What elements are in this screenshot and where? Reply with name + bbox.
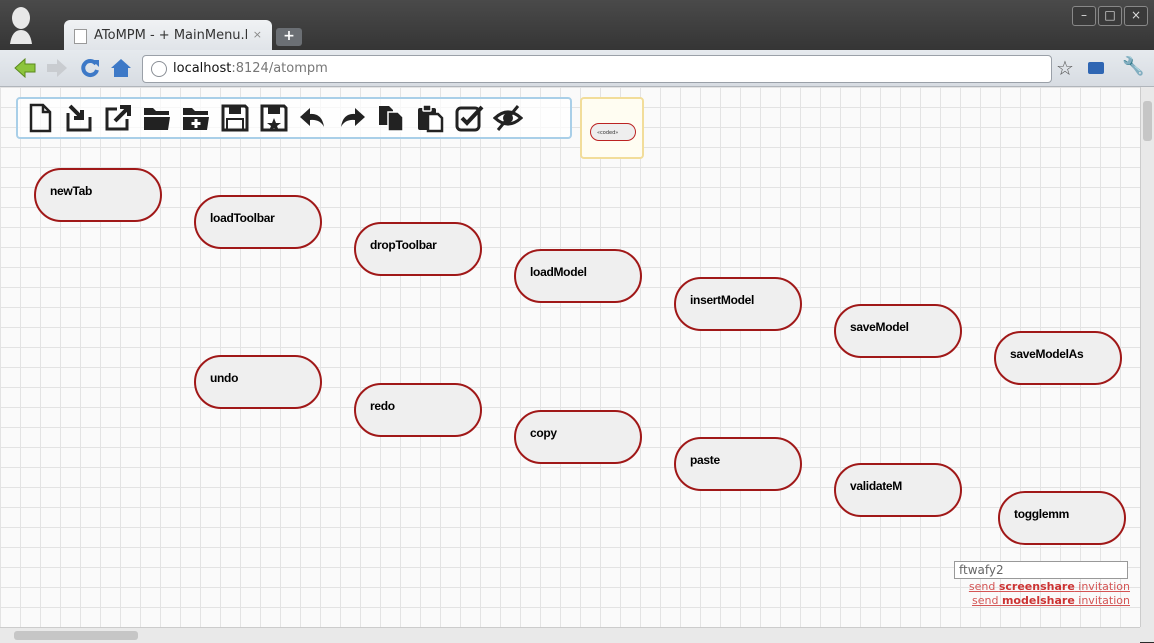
wrench-icon[interactable]: 🔧 [1122, 56, 1144, 77]
save-as-icon[interactable] [258, 102, 290, 134]
browser-title-bar: AToMPM - + MainMenu.l × + – □ × [0, 0, 1154, 52]
open-folder-icon[interactable] [141, 102, 173, 134]
model-canvas[interactable]: «coded» newTab loadToolbar dropToolbar l… [0, 87, 1140, 627]
url-host: localhost [173, 61, 232, 76]
undo-label: undo [210, 371, 239, 385]
togglemm-button[interactable]: togglemm [998, 491, 1126, 545]
coded-toolbar: «coded» [580, 97, 644, 159]
new-file-icon[interactable] [24, 102, 56, 134]
scrollbar-corner [1140, 627, 1154, 642]
loadmodel-label: loadModel [530, 265, 587, 279]
browser-tab[interactable]: AToMPM - + MainMenu.l × [64, 20, 272, 52]
vertical-scroll-thumb[interactable] [1143, 101, 1152, 141]
loadmodel-button[interactable]: loadModel [514, 249, 642, 303]
page-icon [74, 29, 87, 44]
window-controls: – □ × [1072, 6, 1148, 26]
copy-button[interactable]: copy [514, 410, 642, 464]
url-path: :8124/atompm [231, 61, 328, 76]
redo-button[interactable]: redo [354, 383, 482, 437]
savemodelas-label: saveModelAs [1010, 347, 1084, 361]
screenshare-link[interactable]: send screenshare invitation [954, 580, 1130, 593]
validatem-button[interactable]: validateM [834, 463, 962, 517]
share-code-input[interactable] [954, 561, 1128, 579]
horizontal-scroll-thumb[interactable] [14, 631, 138, 640]
load-toolbar-icon[interactable] [63, 102, 95, 134]
loadtoolbar-button[interactable]: loadToolbar [194, 195, 322, 249]
savemodel-label: saveModel [850, 320, 909, 334]
forward-arrow-icon[interactable] [46, 58, 68, 78]
home-icon[interactable] [110, 58, 132, 78]
droptoolbar-label: dropToolbar [370, 238, 437, 252]
savemodelas-button[interactable]: saveModelAs [994, 331, 1122, 385]
maximize-button[interactable]: □ [1098, 6, 1122, 26]
undo-icon[interactable] [297, 102, 329, 134]
main-menu-toolbar [16, 97, 572, 139]
horizontal-scrollbar[interactable] [0, 627, 1140, 643]
validatem-label: validateM [850, 479, 902, 493]
droptoolbar-button[interactable]: dropToolbar [354, 222, 482, 276]
savemodel-button[interactable]: saveModel [834, 304, 962, 358]
paste-icon[interactable] [414, 102, 446, 134]
tab-title: AToMPM - + MainMenu.l [94, 28, 249, 43]
open-external-icon[interactable] [102, 102, 134, 134]
newtab-button[interactable]: newTab [34, 168, 162, 222]
insertmodel-label: insertModel [690, 293, 755, 307]
folder-add-icon[interactable] [180, 102, 212, 134]
coded-button[interactable]: «coded» [590, 123, 636, 141]
copy-icon[interactable] [375, 102, 407, 134]
redo-icon[interactable] [336, 102, 368, 134]
vertical-scrollbar[interactable] [1140, 87, 1154, 627]
close-window-button[interactable]: × [1124, 6, 1148, 26]
address-bar[interactable]: localhost:8124/atompm [142, 55, 1052, 83]
insertmodel-button[interactable]: insertModel [674, 277, 802, 331]
new-tab-button[interactable]: + [276, 28, 302, 46]
user-avatar-icon[interactable] [8, 6, 34, 44]
copy-label: copy [530, 426, 557, 440]
toggle-visibility-icon[interactable] [492, 102, 524, 134]
undo-button[interactable]: undo [194, 355, 322, 409]
save-icon[interactable] [219, 102, 251, 134]
mail-icon[interactable] [1088, 62, 1104, 74]
paste-button[interactable]: paste [674, 437, 802, 491]
share-panel: send screenshare invitation send modelsh… [954, 559, 1130, 607]
reload-icon[interactable] [80, 58, 100, 78]
back-arrow-icon[interactable] [14, 58, 36, 78]
loadtoolbar-label: loadToolbar [210, 211, 275, 225]
tab-close-icon[interactable]: × [253, 28, 262, 41]
validate-icon[interactable] [453, 102, 485, 134]
globe-icon [151, 61, 167, 77]
modelshare-link[interactable]: send modelshare invitation [954, 594, 1130, 607]
bookmark-star-icon[interactable]: ☆ [1056, 56, 1074, 80]
paste-label: paste [690, 453, 720, 467]
redo-label: redo [370, 399, 395, 413]
minimize-button[interactable]: – [1072, 6, 1096, 26]
togglemm-label: togglemm [1014, 507, 1069, 521]
newtab-label: newTab [50, 184, 92, 198]
